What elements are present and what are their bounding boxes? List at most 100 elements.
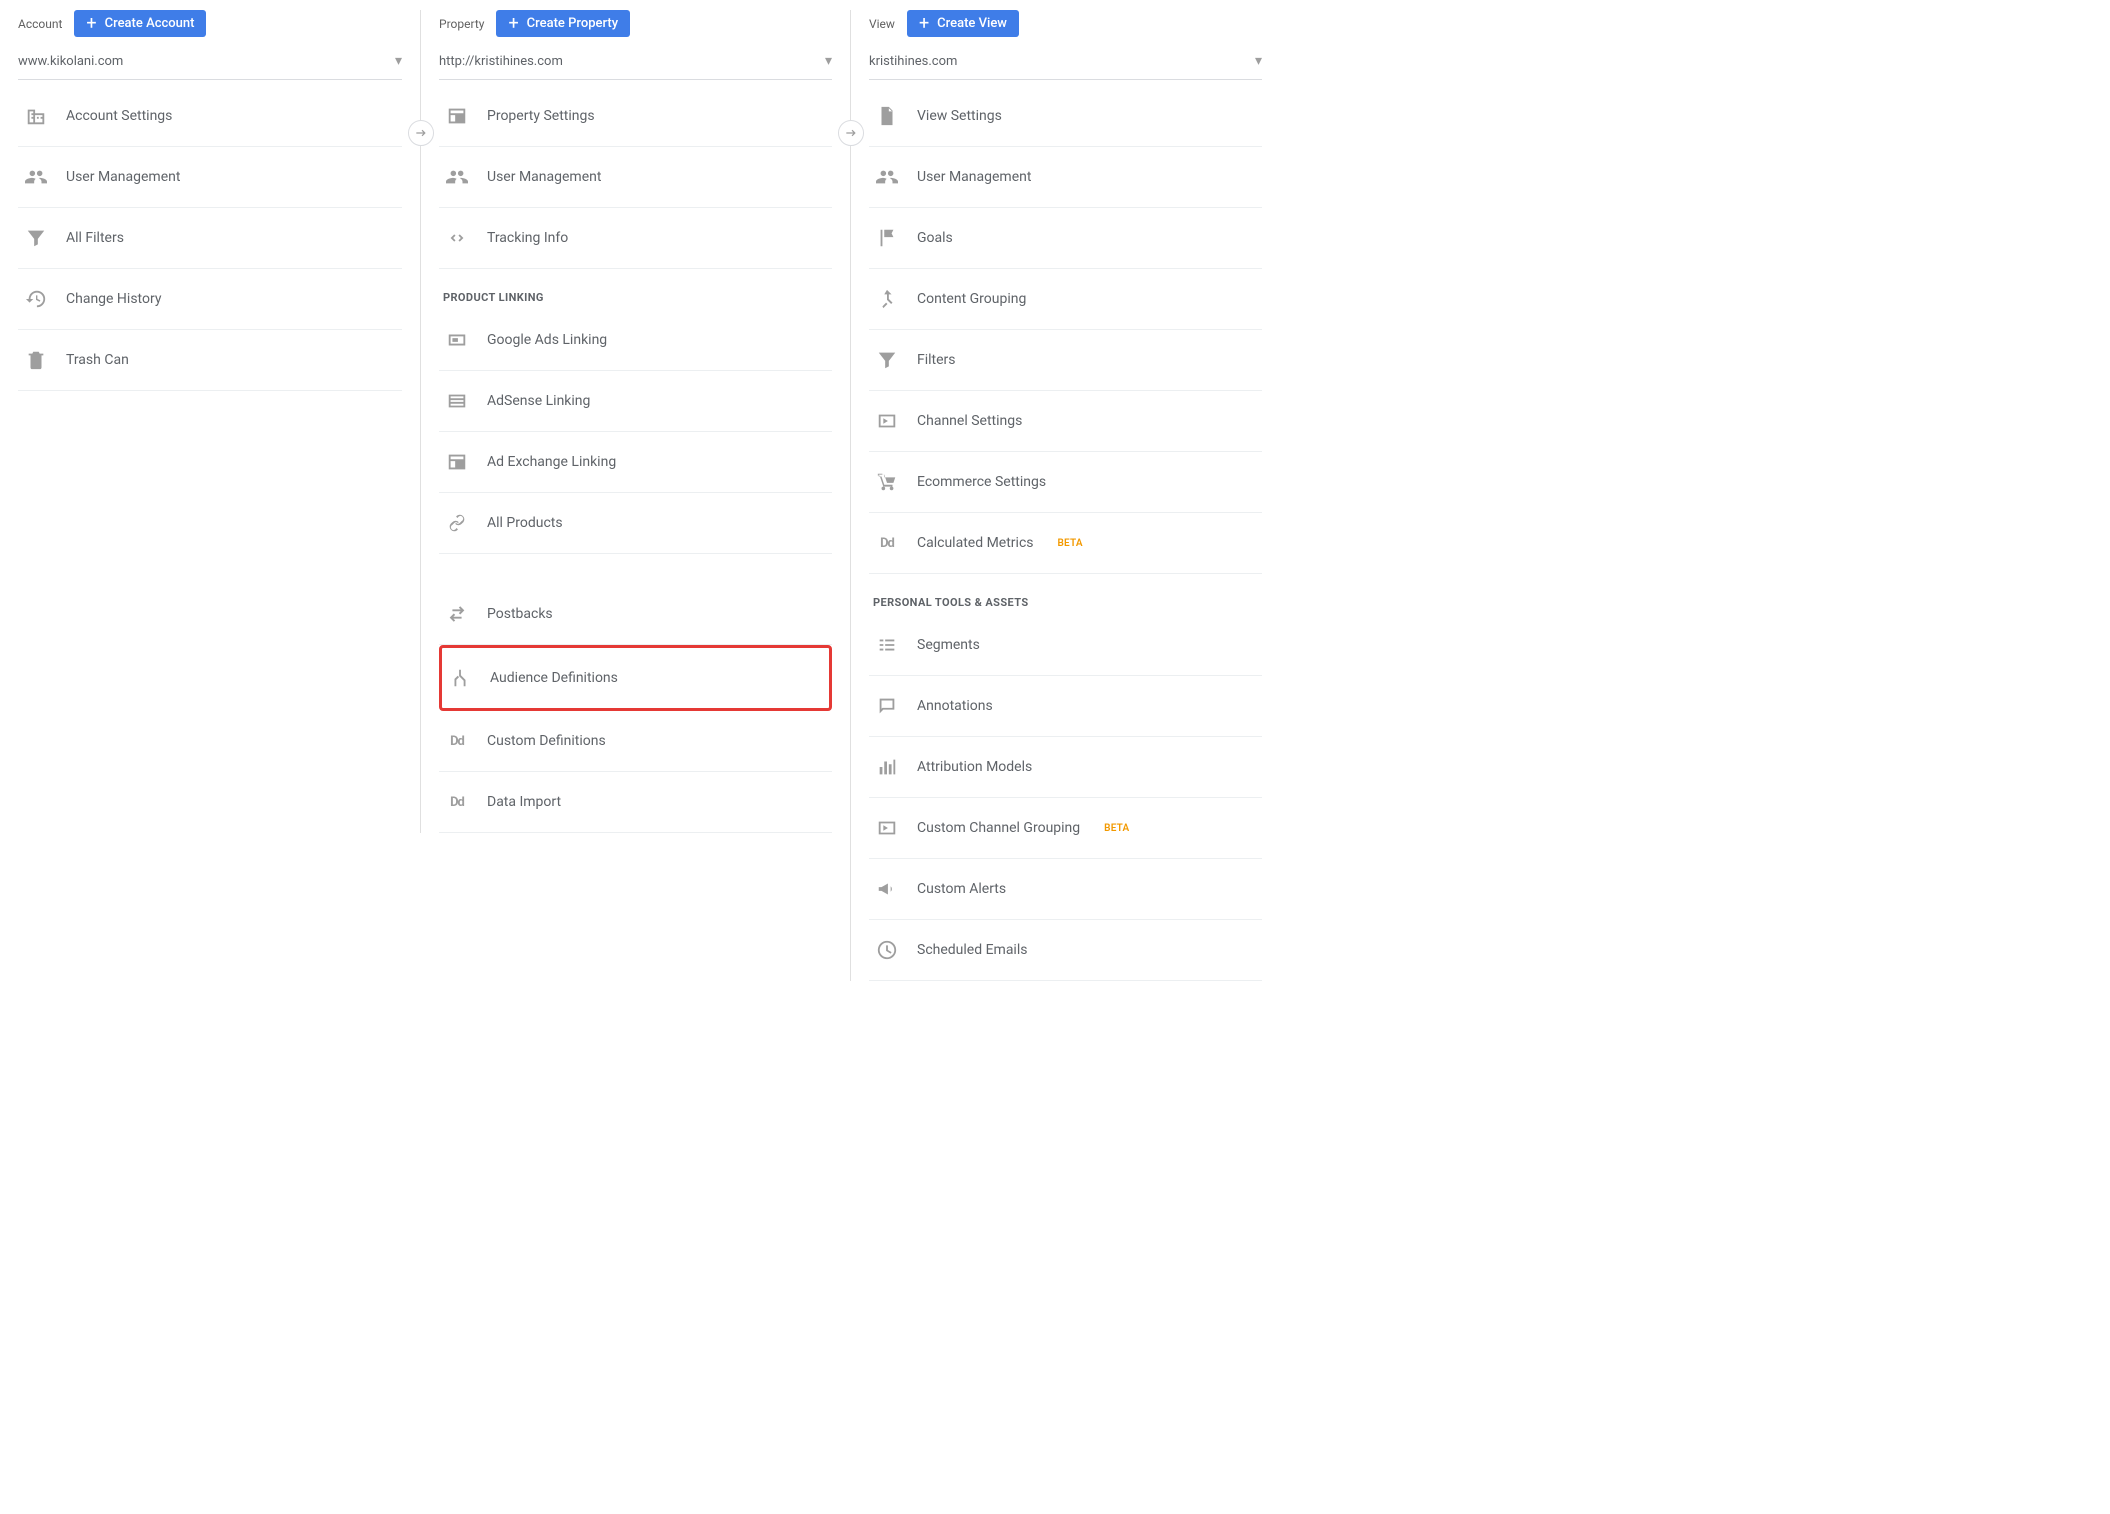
property-menu: Property SettingsUser ManagementTracking…: [439, 86, 832, 269]
menu-item-change-history[interactable]: Change History: [18, 269, 402, 330]
menu-item-user-management[interactable]: User Management: [18, 147, 402, 208]
menu-item-account-settings[interactable]: Account Settings: [18, 86, 402, 147]
building-icon: [24, 104, 48, 128]
menu-item-google-ads-linking[interactable]: Google Ads Linking: [439, 310, 832, 371]
list-icon: [445, 389, 469, 413]
menu-item-label: AdSense Linking: [487, 393, 590, 409]
swap-icon: [445, 602, 469, 626]
view-selected: kristihines.com: [869, 54, 957, 69]
menu-item-label: Audience Definitions: [490, 670, 618, 686]
beta-badge: BETA: [1058, 538, 1083, 549]
clock-icon: [875, 938, 899, 962]
create-property-button[interactable]: + Create Property: [496, 10, 630, 37]
megaphone-icon: [875, 877, 899, 901]
menu-item-label: Annotations: [917, 698, 993, 714]
menu-item-label: Content Grouping: [917, 291, 1026, 307]
menu-item-ad-exchange-linking[interactable]: Ad Exchange Linking: [439, 432, 832, 493]
property-heading: Property: [439, 17, 484, 31]
menu-item-label: Scheduled Emails: [917, 942, 1027, 958]
menu-item-label: View Settings: [917, 108, 1002, 124]
create-view-button[interactable]: + Create View: [907, 10, 1019, 37]
view-heading: View: [869, 17, 895, 31]
menu-item-label: Account Settings: [66, 108, 172, 124]
flag-icon: [875, 226, 899, 250]
caret-down-icon: ▾: [395, 53, 402, 69]
menu-item-label: Segments: [917, 637, 980, 653]
link-icon: [445, 511, 469, 535]
move-view-icon[interactable]: [838, 120, 864, 146]
create-property-label: Create Property: [527, 16, 618, 31]
menu-item-user-management[interactable]: User Management: [869, 147, 1262, 208]
menu-item-data-import[interactable]: DdData Import: [439, 772, 832, 833]
account-heading: Account: [18, 17, 62, 31]
users-icon: [875, 165, 899, 189]
cart-icon: [875, 470, 899, 494]
menu-item-audience-definitions[interactable]: Audience Definitions: [439, 645, 832, 711]
menu-item-label: Google Ads Linking: [487, 332, 607, 348]
users-icon: [24, 165, 48, 189]
menu-item-scheduled-emails[interactable]: Scheduled Emails: [869, 920, 1262, 981]
menu-item-property-settings[interactable]: Property Settings: [439, 86, 832, 147]
history-icon: [24, 287, 48, 311]
menu-item-label: Custom Channel Grouping: [917, 820, 1080, 836]
users-icon: [445, 165, 469, 189]
account-column: Account + Create Account www.kikolani.co…: [0, 10, 420, 391]
menu-item-label: Data Import: [487, 794, 561, 810]
plus-icon: +: [919, 17, 929, 31]
create-account-button[interactable]: + Create Account: [74, 10, 206, 37]
menu-item-label: User Management: [66, 169, 180, 185]
admin-columns: Account + Create Account www.kikolani.co…: [0, 0, 1280, 1001]
menu-item-label: Postbacks: [487, 606, 553, 622]
comment-icon: [875, 694, 899, 718]
bars-icon: [875, 755, 899, 779]
menu-item-channel-settings[interactable]: Channel Settings: [869, 391, 1262, 452]
menu-item-postbacks[interactable]: Postbacks: [439, 584, 832, 645]
layout-icon: [445, 450, 469, 474]
move-property-icon[interactable]: [408, 120, 434, 146]
menu-item-attribution-models[interactable]: Attribution Models: [869, 737, 1262, 798]
property-selected: http://kristihines.com: [439, 54, 563, 69]
menu-item-label: User Management: [917, 169, 1031, 185]
menu-item-trash-can[interactable]: Trash Can: [18, 330, 402, 391]
menu-item-label: Ad Exchange Linking: [487, 454, 616, 470]
menu-item-view-settings[interactable]: View Settings: [869, 86, 1262, 147]
menu-item-annotations[interactable]: Annotations: [869, 676, 1262, 737]
menu-item-label: Change History: [66, 291, 161, 307]
menu-item-label: Custom Definitions: [487, 733, 606, 749]
product-linking-heading: PRODUCT LINKING: [439, 269, 832, 310]
menu-item-label: Filters: [917, 352, 956, 368]
view-header: View + Create View: [869, 10, 1262, 37]
segments-icon: [875, 633, 899, 657]
menu-item-custom-definitions[interactable]: DdCustom Definitions: [439, 711, 832, 772]
menu-item-tracking-info[interactable]: Tracking Info: [439, 208, 832, 269]
menu-item-all-filters[interactable]: All Filters: [18, 208, 402, 269]
menu-item-goals[interactable]: Goals: [869, 208, 1262, 269]
menu-item-adsense-linking[interactable]: AdSense Linking: [439, 371, 832, 432]
menu-item-label: Trash Can: [66, 352, 129, 368]
menu-item-label: Attribution Models: [917, 759, 1032, 775]
account-selector[interactable]: www.kikolani.com ▾: [18, 47, 402, 80]
menu-item-content-grouping[interactable]: Content Grouping: [869, 269, 1262, 330]
menu-item-custom-channel-grouping[interactable]: Custom Channel Grouping BETA: [869, 798, 1262, 859]
view-selector[interactable]: kristihines.com ▾: [869, 47, 1262, 80]
beta-badge: BETA: [1104, 823, 1129, 834]
dd-icon: Dd: [875, 531, 899, 555]
file-icon: [875, 104, 899, 128]
view-personal-menu: Segments Annotations Attribution Models Cus…: [869, 615, 1262, 981]
plus-icon: +: [86, 17, 96, 31]
menu-item-custom-alerts[interactable]: Custom Alerts: [869, 859, 1262, 920]
view-column: View + Create View kristihines.com ▾ Vie…: [850, 10, 1280, 981]
menu-item-user-management[interactable]: User Management: [439, 147, 832, 208]
personal-tools-heading: PERSONAL TOOLS & ASSETS: [869, 574, 1262, 615]
menu-item-filters[interactable]: Filters: [869, 330, 1262, 391]
menu-item-calculated-metrics[interactable]: DdCalculated MetricsBETA: [869, 513, 1262, 574]
view-menu: View Settings User Management Goals Content…: [869, 86, 1262, 574]
funnel-icon: [875, 348, 899, 372]
menu-item-segments[interactable]: Segments: [869, 615, 1262, 676]
menu-item-all-products[interactable]: All Products: [439, 493, 832, 554]
account-menu: Account Settings User Management All Filte…: [18, 86, 402, 391]
property-selector[interactable]: http://kristihines.com ▾: [439, 47, 832, 80]
plus-icon: +: [508, 17, 518, 31]
menu-item-ecommerce-settings[interactable]: Ecommerce Settings: [869, 452, 1262, 513]
menu-item-label: Ecommerce Settings: [917, 474, 1046, 490]
